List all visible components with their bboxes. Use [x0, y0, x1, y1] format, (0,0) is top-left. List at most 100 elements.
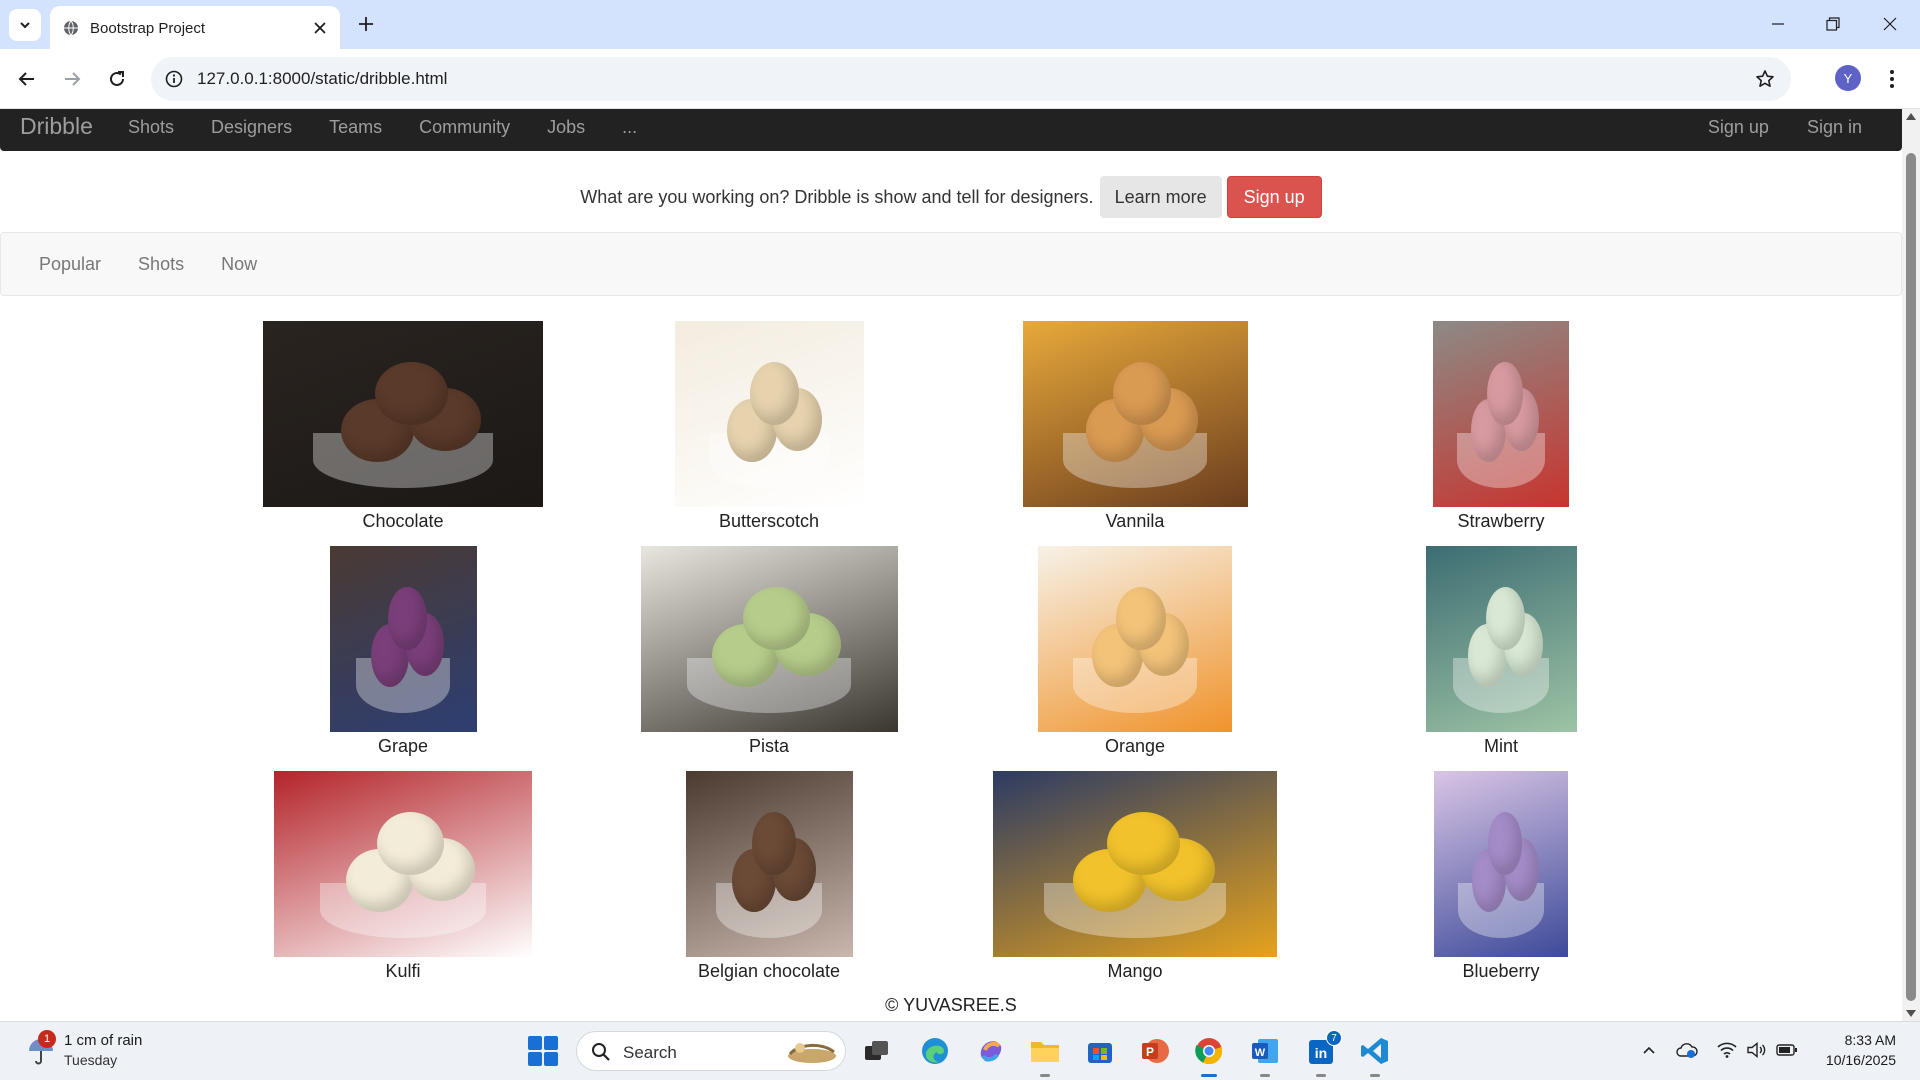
nav-link-more[interactable]: ... [622, 117, 637, 138]
subnav-popular[interactable]: Popular [39, 254, 101, 275]
clock-time[interactable]: 8:33 AM [1845, 1032, 1896, 1048]
flavor-image[interactable] [1433, 321, 1569, 507]
promo-text: What are you working on? Dribble is show… [580, 186, 1094, 207]
flavor-card[interactable]: Butterscotch [586, 321, 952, 532]
onedrive-icon[interactable] [1676, 1039, 1698, 1061]
flavor-card[interactable]: Mango [952, 771, 1318, 982]
site-brand[interactable]: Dribble [20, 113, 93, 140]
scroll-down-arrow-icon[interactable] [1906, 1010, 1916, 1017]
footer-credit: © YUVASREE.S [885, 995, 1017, 1015]
learn-more-button[interactable]: Learn more [1099, 176, 1222, 218]
globe-icon [64, 20, 78, 36]
flavor-label: Pista [748, 736, 790, 756]
nav-sign-in-link[interactable]: Sign in [1807, 117, 1862, 138]
new-tab-button[interactable] [352, 10, 380, 38]
battery-icon[interactable] [1776, 1039, 1798, 1061]
chrome-icon[interactable] [1192, 1034, 1226, 1077]
file-explorer-icon[interactable] [1028, 1034, 1062, 1077]
promo-banner: What are you working on? Dribble is show… [0, 175, 1902, 219]
powerpoint-icon[interactable]: P [1138, 1034, 1172, 1068]
nav-link-teams[interactable]: Teams [329, 117, 382, 138]
profile-avatar[interactable]: Y [1835, 65, 1861, 91]
flavor-card[interactable]: Mint [1318, 546, 1684, 757]
arrow-right-icon [65, 72, 81, 86]
flavor-card[interactable]: Blueberry [1318, 771, 1684, 982]
nav-link-community[interactable]: Community [419, 117, 510, 138]
flavor-card[interactable]: Belgian chocolate [586, 771, 952, 982]
word-icon[interactable]: W [1248, 1034, 1282, 1077]
subnav-shots[interactable]: Shots [138, 254, 184, 275]
scroll-up-arrow-icon[interactable] [1906, 113, 1916, 120]
flavor-image[interactable] [263, 321, 543, 507]
volume-icon[interactable] [1746, 1039, 1768, 1061]
flavor-image[interactable] [1038, 546, 1232, 732]
reload-button[interactable] [102, 64, 132, 94]
browser-tab[interactable]: Bootstrap Project [50, 6, 340, 49]
windows-start-icon[interactable] [528, 1036, 558, 1066]
more-options-icon[interactable] [1880, 64, 1904, 94]
close-tab-icon[interactable] [310, 18, 330, 38]
flavor-image[interactable] [329, 546, 477, 732]
flavor-card[interactable]: Kulfi [220, 771, 586, 982]
flavor-label: Kulfi [385, 961, 421, 981]
scoop-shape [1115, 586, 1167, 651]
flavor-card[interactable]: Pista [586, 546, 952, 757]
flavor-image[interactable] [274, 771, 532, 957]
vscode-icon[interactable] [1358, 1034, 1392, 1077]
secondary-nav: Popular Shots Now [0, 232, 1902, 296]
scoop-shape [750, 361, 800, 426]
forward-button[interactable] [57, 64, 87, 94]
flavor-label: Orange [1104, 736, 1166, 756]
running-indicator [1370, 1074, 1380, 1077]
task-view-icon[interactable] [860, 1034, 894, 1068]
flavor-image[interactable] [674, 321, 864, 507]
running-indicator [1316, 1074, 1326, 1077]
back-button[interactable] [12, 64, 42, 94]
wifi-icon[interactable] [1716, 1039, 1738, 1061]
flavor-image[interactable] [1425, 546, 1577, 732]
subnav-now[interactable]: Now [221, 254, 257, 275]
nav-link-designers[interactable]: Designers [211, 117, 292, 138]
flavor-image[interactable] [1022, 321, 1248, 507]
nav-sign-up-link[interactable]: Sign up [1708, 117, 1769, 138]
flavor-label: Mint [1483, 736, 1518, 756]
scoop-shape [375, 361, 448, 426]
scroll-thumb[interactable] [1906, 153, 1916, 1001]
site-info-icon[interactable] [163, 68, 185, 90]
weather-summary[interactable]: 1 cm of rain [64, 1032, 142, 1049]
copilot-icon[interactable] [973, 1034, 1007, 1068]
close-window-button[interactable] [1874, 10, 1906, 38]
flavor-card[interactable]: Vannila [952, 321, 1318, 532]
flavor-image[interactable] [685, 771, 853, 957]
microsoft-store-icon[interactable] [1083, 1034, 1117, 1068]
flavor-card[interactable]: Chocolate [220, 321, 586, 532]
scoop-shape [1487, 811, 1523, 876]
restore-button[interactable] [1817, 10, 1849, 38]
running-indicator [1260, 1074, 1270, 1077]
search-highlight-icon [788, 1043, 836, 1063]
url-text[interactable]: 127.0.0.1:8000/static/dribble.html [197, 69, 447, 89]
edge-browser-icon[interactable] [918, 1034, 952, 1068]
minimize-icon [1772, 23, 1784, 25]
bookmark-star-icon[interactable] [1753, 67, 1777, 91]
taskbar-search-box[interactable]: Search [576, 1031, 846, 1071]
browser-tab-bar: Bootstrap Project [0, 0, 1920, 49]
nav-link-jobs[interactable]: Jobs [547, 117, 585, 138]
flavor-image[interactable] [640, 546, 898, 732]
flavor-image[interactable] [993, 771, 1277, 957]
arrow-left-icon [18, 72, 34, 86]
tab-search-button[interactable] [9, 9, 41, 41]
chevron-up-icon[interactable] [1638, 1039, 1660, 1061]
flavor-image[interactable] [1434, 771, 1568, 957]
chevron-down-icon [20, 22, 30, 29]
flavor-card[interactable]: Strawberry [1318, 321, 1684, 532]
sign-up-button[interactable]: Sign up [1226, 176, 1322, 218]
page-scrollbar[interactable] [1902, 109, 1920, 1021]
nav-link-shots[interactable]: Shots [128, 117, 174, 138]
minimize-button[interactable] [1762, 10, 1794, 38]
linkedin-icon[interactable]: in 7 [1304, 1030, 1342, 1077]
flavor-card[interactable]: Orange [952, 546, 1318, 757]
address-bar[interactable]: 127.0.0.1:8000/static/dribble.html [151, 57, 1791, 101]
flavor-card[interactable]: Grape [220, 546, 586, 757]
clock-date[interactable]: 10/16/2025 [1826, 1052, 1896, 1068]
